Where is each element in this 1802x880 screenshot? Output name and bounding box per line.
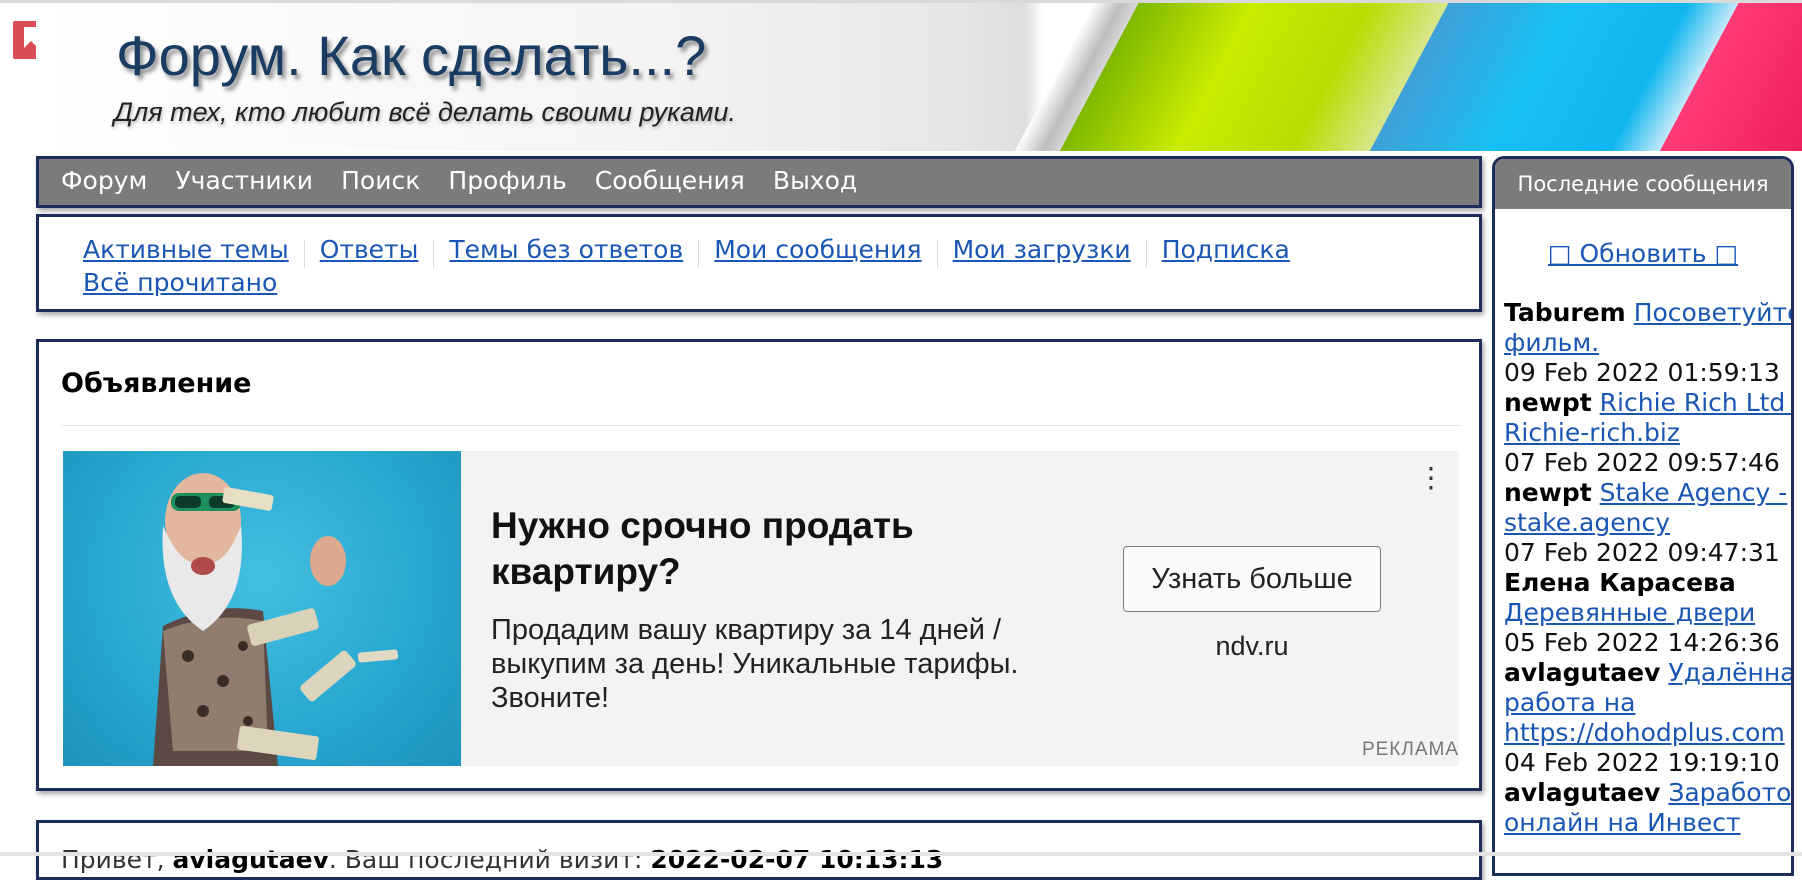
nav-profile[interactable]: Профиль (448, 159, 566, 203)
post-author: newpt (1504, 388, 1592, 417)
announcement-panel: Объявление ⋮ Нужно срочно продать кварти… (36, 339, 1482, 791)
recent-posts-list: Taburem Посоветуйте фильм. 09 Feb 2022 0… (1495, 298, 1791, 838)
last-visit-time: 2022-02-07 10:13:13 (650, 845, 944, 874)
nav-forum[interactable]: Форум (61, 159, 147, 203)
divider (303, 239, 305, 268)
link-my-uploads[interactable]: Мои загрузки (953, 235, 1131, 265)
recent-posts-sidebar: Последние сообщения □ Обновить □ Taburem… (1492, 156, 1794, 876)
list-item: newpt Stake Agency - stake.agency 07 Feb… (1504, 478, 1791, 568)
link-active-topics[interactable]: Активные темы (83, 235, 289, 265)
divider (433, 239, 435, 268)
sidebar-title: Последние сообщения (1495, 159, 1791, 209)
post-author: Елена Карасева (1504, 568, 1736, 597)
nav-search[interactable]: Поиск (341, 159, 420, 203)
list-item: newpt Richie Rich Ltd - Richie-rich.biz … (1504, 388, 1791, 478)
ad-image[interactable] (63, 451, 461, 766)
announcement-heading: Объявление (61, 368, 252, 399)
post-author: newpt (1504, 478, 1592, 507)
ad-label: РЕКЛАМА (1361, 739, 1459, 760)
greeting-prefix: Привет, (61, 845, 173, 874)
site-subtitle: Для тех, кто любит всё делать своими рук… (114, 97, 736, 127)
post-author: avlagutaev (1504, 658, 1661, 687)
divider (61, 425, 1461, 426)
greeting-user: avlagutaev (172, 845, 329, 874)
refresh-link[interactable]: □ Обновить □ (1495, 239, 1791, 268)
greeting-middle: . Ваш последний визит: (328, 845, 651, 874)
bottom-border (0, 852, 1802, 856)
list-item: Taburem Посоветуйте фильм. 09 Feb 2022 0… (1504, 298, 1791, 388)
link-my-posts[interactable]: Мои сообщения (714, 235, 921, 265)
link-replies[interactable]: Ответы (320, 235, 419, 265)
link-mark-read[interactable]: Всё прочитано (83, 268, 277, 298)
link-subscription[interactable]: Подписка (1162, 235, 1290, 265)
post-time: 05 Feb 2022 14:26:36 (1504, 628, 1780, 657)
list-item: avlagutaev Удалённая работа на https://d… (1504, 658, 1791, 778)
list-item: Елена Карасева Деревянные двери 05 Feb 2… (1504, 568, 1791, 658)
divider (936, 239, 938, 268)
post-time: 04 Feb 2022 19:19:10 (1504, 748, 1780, 777)
post-time: 09 Feb 2022 01:59:13 (1504, 358, 1780, 387)
post-author: avlagutaev (1504, 778, 1661, 807)
ad-learn-more-button[interactable]: Узнать больше (1123, 546, 1381, 612)
ad-domain[interactable]: ndv.ru (1123, 631, 1381, 662)
ad-text: Продадим вашу квартиру за 14 дней / выку… (491, 614, 1019, 714)
site-header: Форум. Как сделать...? Для тех, кто люби… (36, 3, 1802, 151)
nav-members[interactable]: Участники (175, 159, 313, 203)
ad-banner[interactable]: ⋮ Нужно срочно продать квартиру? Продади… (63, 451, 1459, 766)
quick-links: Активные темы Ответы Темы без ответов Мои с… (36, 214, 1482, 312)
post-time: 07 Feb 2022 09:47:31 (1504, 538, 1780, 567)
link-unanswered[interactable]: Темы без ответов (449, 235, 683, 265)
more-vert-icon[interactable]: ⋮ (1417, 461, 1445, 494)
ad-title[interactable]: Нужно срочно продать квартиру? (491, 503, 991, 595)
post-topic-link[interactable]: Деревянные двери (1504, 598, 1755, 627)
divider (698, 239, 700, 268)
ad-photo-icon (153, 473, 399, 766)
nav-logout[interactable]: Выход (773, 159, 857, 203)
nav-messages[interactable]: Сообщения (595, 159, 745, 203)
post-time: 07 Feb 2022 09:57:46 (1504, 448, 1780, 477)
post-author: Taburem (1504, 298, 1626, 327)
greeting-panel: Привет, avlagutaev. Ваш последний визит:… (36, 820, 1482, 880)
site-title[interactable]: Форум. Как сделать...? (116, 23, 706, 88)
list-item: avlagutaev Заработок онлайн на Инвест (1504, 778, 1791, 838)
main-nav: Форум Участники Поиск Профиль Сообщения … (36, 156, 1482, 208)
divider (1145, 239, 1147, 268)
